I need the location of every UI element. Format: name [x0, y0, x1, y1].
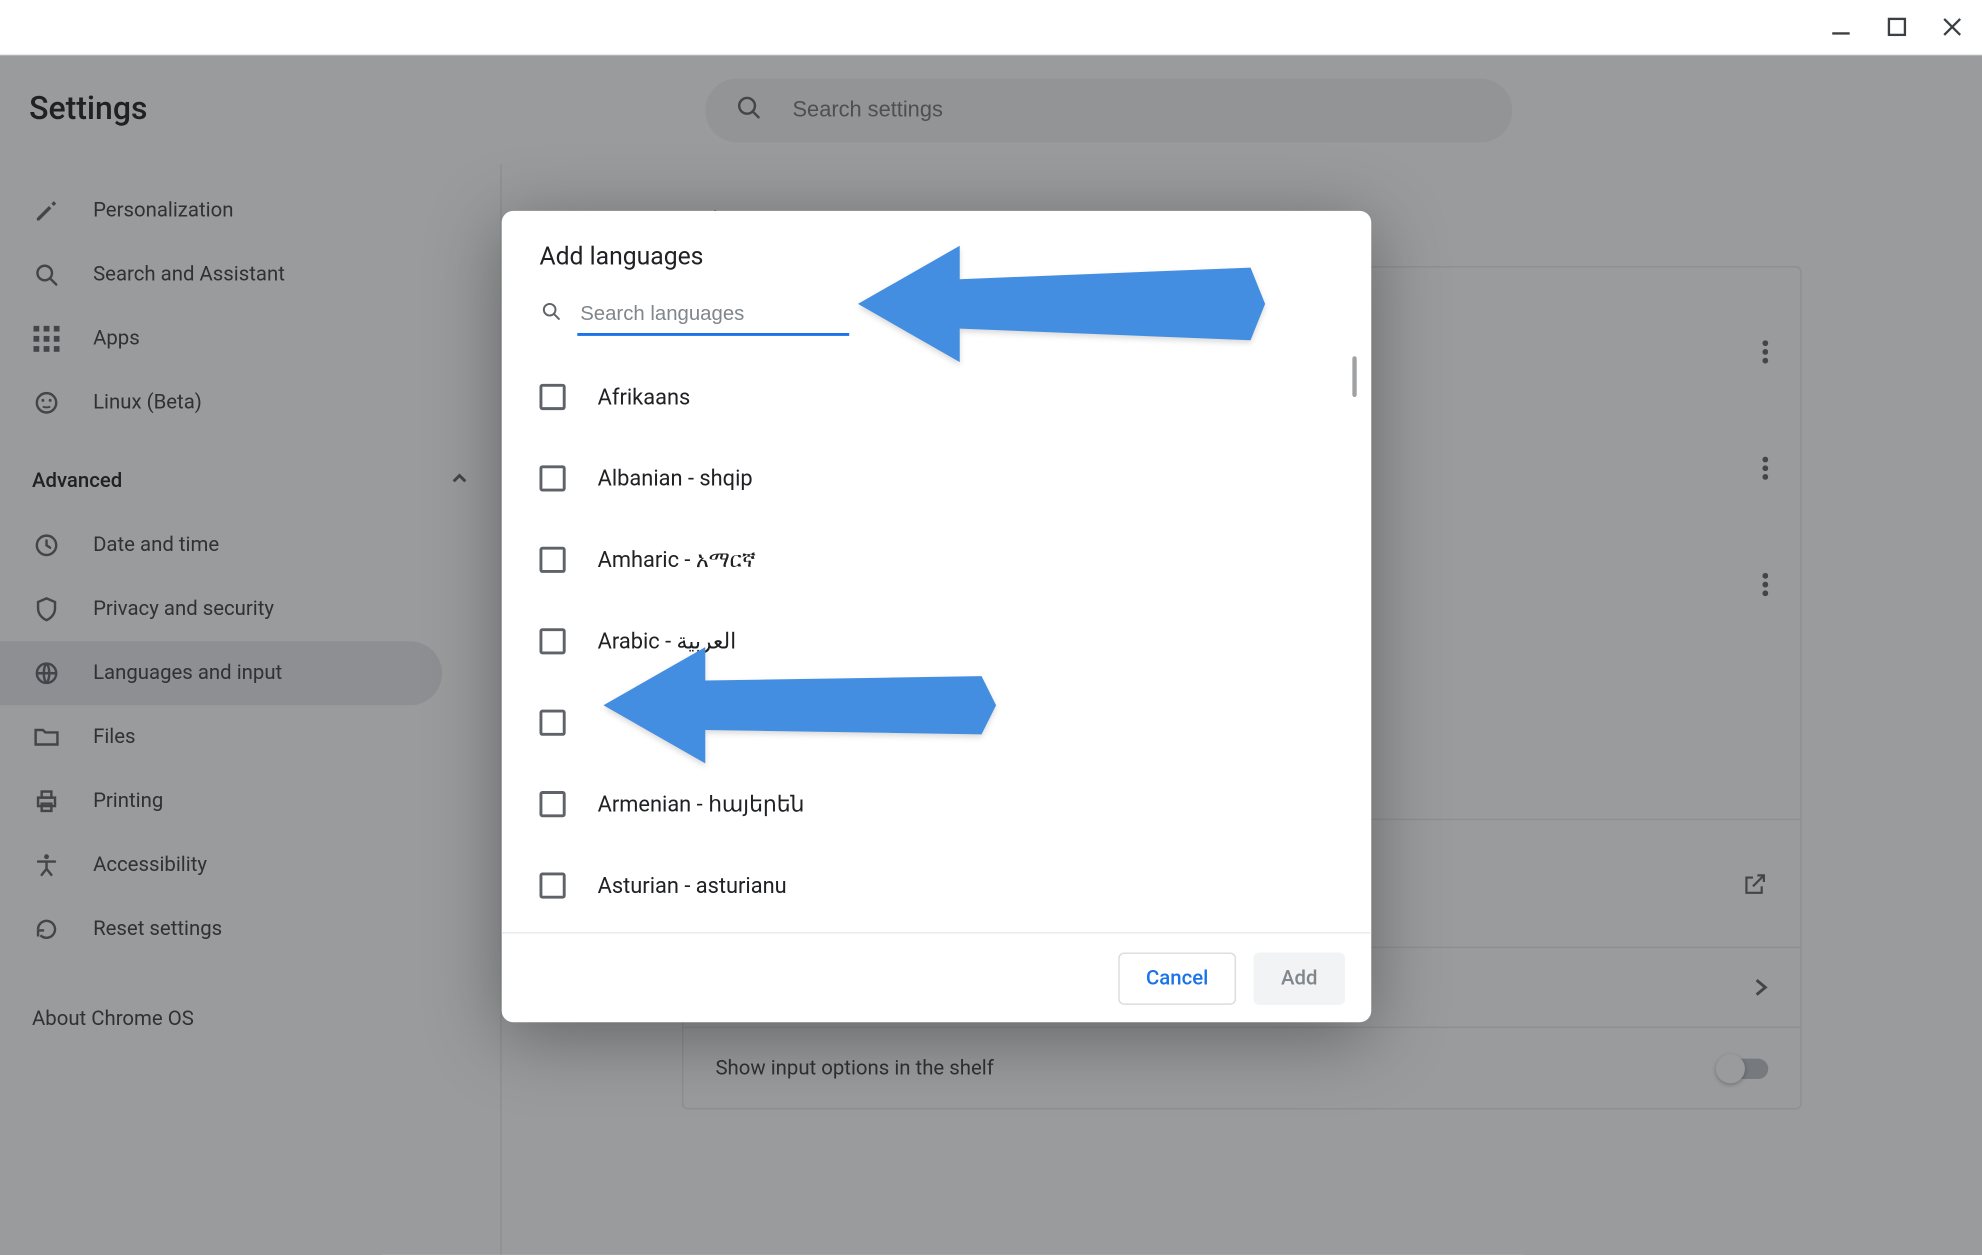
- sidebar-item-privacy[interactable]: Privacy and security: [0, 577, 442, 641]
- sidebar: Personalization Search and Assistant App…: [0, 164, 502, 1255]
- sidebar-about-link[interactable]: About Chrome OS: [0, 976, 500, 1063]
- printer-icon: [32, 787, 61, 816]
- sidebar-item-linux[interactable]: Linux (Beta): [0, 371, 442, 435]
- sidebar-item-label: Reset settings: [93, 918, 222, 941]
- checkbox-unchecked[interactable]: [539, 872, 565, 898]
- language-option[interactable]: Asturian - asturianu: [516, 845, 1356, 926]
- checkbox-unchecked[interactable]: [539, 710, 565, 736]
- open-external-icon: [1742, 870, 1768, 896]
- language-label: Arabic - العربية: [598, 628, 737, 654]
- search-settings-field[interactable]: [705, 78, 1512, 142]
- globe-icon: [32, 659, 61, 688]
- app-header: Settings: [0, 55, 1982, 164]
- linux-icon: [32, 388, 61, 417]
- brush-icon: [32, 196, 61, 225]
- search-icon: [32, 260, 61, 289]
- shield-icon: [32, 595, 61, 624]
- sidebar-section-label: Advanced: [32, 470, 122, 493]
- row-label: Show input options in the shelf: [715, 1056, 993, 1079]
- reset-icon: [32, 915, 61, 944]
- dialog-footer: Cancel Add: [502, 932, 1372, 1022]
- search-icon: [734, 92, 763, 127]
- window-maximize-button[interactable]: [1883, 14, 1909, 40]
- language-option[interactable]: [516, 682, 1356, 763]
- dialog-search-row: [502, 272, 1372, 348]
- language-option[interactable]: Armenian - հայերեն: [516, 763, 1356, 844]
- search-icon: [539, 300, 562, 329]
- language-option[interactable]: Arabic - العربية: [516, 601, 1356, 682]
- kebab-icon[interactable]: [1762, 573, 1768, 602]
- page-title: Settings: [29, 92, 676, 128]
- sidebar-item-label: Accessibility: [93, 854, 207, 877]
- kebab-icon[interactable]: [1762, 457, 1768, 486]
- sidebar-item-label: Languages and input: [93, 662, 282, 685]
- language-label: Armenian - հայերեն: [598, 791, 805, 817]
- search-settings-input[interactable]: [793, 97, 1484, 122]
- sidebar-item-label: Linux (Beta): [93, 391, 202, 414]
- panel-row-shelf-option[interactable]: Show input options in the shelf: [683, 1028, 1800, 1108]
- sidebar-item-label: Search and Assistant: [93, 263, 285, 286]
- language-option[interactable]: Albanian - shqip: [516, 438, 1356, 519]
- checkbox-unchecked[interactable]: [539, 384, 565, 410]
- sidebar-item-label: Date and time: [93, 534, 219, 557]
- sidebar-item-label: Apps: [93, 327, 140, 350]
- add-languages-dialog: Add languages Afrikaans Albanian - shqip: [502, 211, 1372, 1022]
- folder-icon: [32, 723, 61, 752]
- checkbox-unchecked[interactable]: [539, 547, 565, 573]
- kebab-icon[interactable]: [1762, 340, 1768, 369]
- sidebar-item-reset[interactable]: Reset settings: [0, 897, 442, 961]
- checkbox-unchecked[interactable]: [539, 791, 565, 817]
- add-button[interactable]: Add: [1253, 952, 1345, 1004]
- window-minimize-button[interactable]: [1828, 14, 1854, 40]
- sidebar-item-label: Printing: [93, 790, 163, 813]
- language-label: Afrikaans: [598, 384, 691, 410]
- language-label: Asturian - asturianu: [598, 872, 787, 898]
- sidebar-item-search-assistant[interactable]: Search and Assistant: [0, 243, 442, 307]
- sidebar-item-date-time[interactable]: Date and time: [0, 513, 442, 577]
- language-option[interactable]: Amharic - አማርኛ: [516, 519, 1356, 600]
- window-close-button[interactable]: [1938, 14, 1964, 40]
- language-label: Albanian - shqip: [598, 465, 753, 491]
- cancel-button[interactable]: Cancel: [1118, 952, 1236, 1004]
- sidebar-item-personalization[interactable]: Personalization: [0, 179, 442, 243]
- search-languages-input[interactable]: [577, 292, 849, 336]
- sidebar-item-printing[interactable]: Printing: [0, 769, 442, 833]
- scrollbar-thumb[interactable]: [1352, 356, 1356, 397]
- sidebar-item-accessibility[interactable]: Accessibility: [0, 833, 442, 897]
- chevron-right-icon: [1754, 977, 1769, 997]
- sidebar-item-apps[interactable]: Apps: [0, 307, 442, 371]
- language-option[interactable]: Afrikaans: [516, 356, 1356, 437]
- sidebar-item-label: Privacy and security: [93, 598, 274, 621]
- window-titlebar: [0, 0, 1982, 55]
- language-list[interactable]: Afrikaans Albanian - shqip Amharic - አማር…: [502, 348, 1372, 933]
- toggle-off[interactable]: [1719, 1058, 1768, 1078]
- apps-grid-icon: [32, 324, 61, 353]
- accessibility-icon: [32, 851, 61, 880]
- clock-icon: [32, 531, 61, 560]
- sidebar-item-files[interactable]: Files: [0, 705, 442, 769]
- sidebar-item-label: Personalization: [93, 199, 233, 222]
- dialog-title: Add languages: [502, 211, 1372, 272]
- sidebar-item-languages[interactable]: Languages and input: [0, 641, 442, 705]
- sidebar-section-advanced[interactable]: Advanced: [0, 449, 500, 513]
- checkbox-unchecked[interactable]: [539, 628, 565, 654]
- sidebar-item-label: Files: [93, 726, 135, 749]
- checkbox-unchecked[interactable]: [539, 465, 565, 491]
- chevron-up-icon: [451, 470, 468, 493]
- language-label: Amharic - አማርኛ: [598, 547, 756, 573]
